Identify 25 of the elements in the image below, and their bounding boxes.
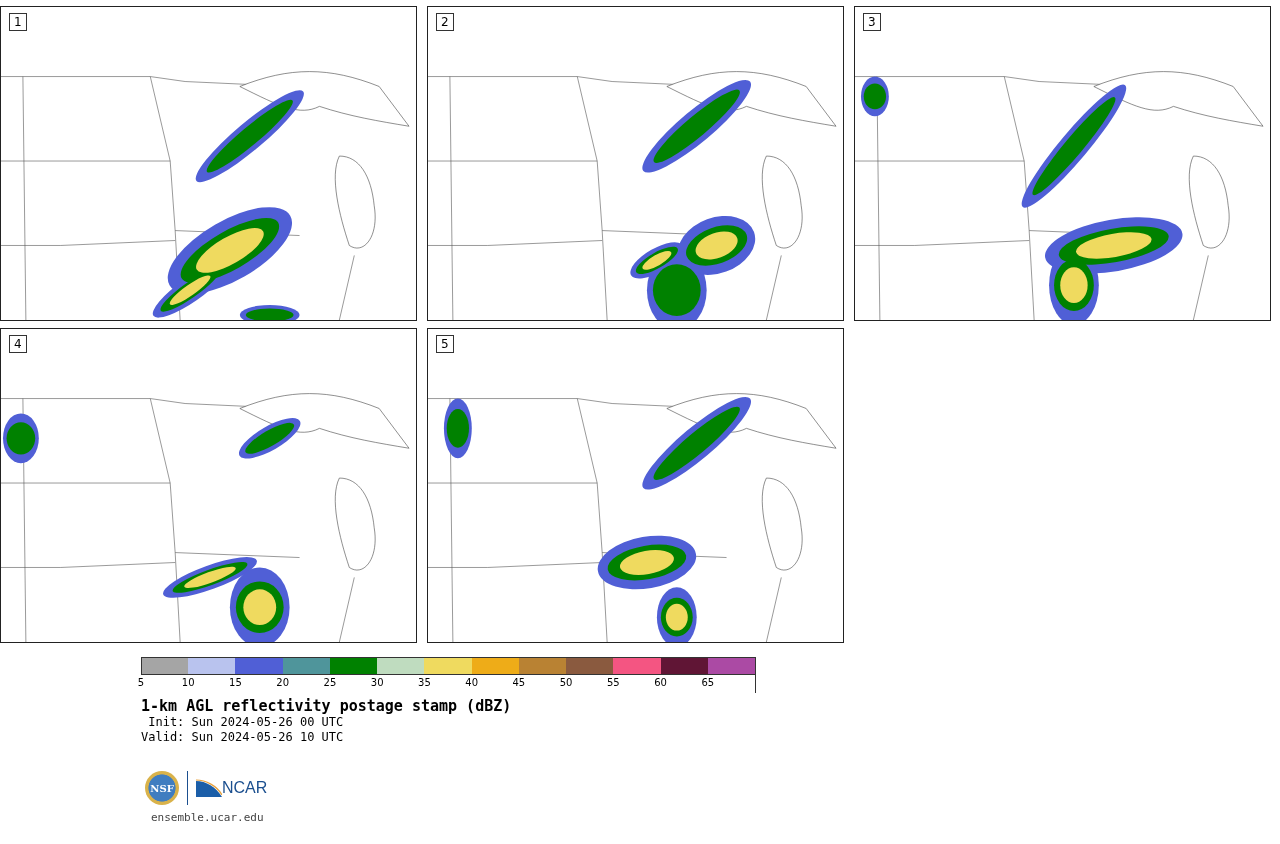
- nsf-logo: NSF: [145, 771, 179, 805]
- site-url: ensemble.ucar.edu: [151, 811, 265, 824]
- tick-label: 30: [370, 677, 384, 688]
- chart-title: 1-km AGL reflectivity postage stamp (dBZ): [141, 697, 513, 715]
- tick-label: 50: [559, 677, 573, 688]
- ncar-swoosh-icon: [196, 779, 222, 797]
- panel-number: 4: [9, 335, 27, 353]
- tick-label: 25: [323, 677, 337, 688]
- tick-label: 40: [465, 677, 478, 688]
- panel-number: 3: [863, 13, 881, 31]
- tick-label: 35: [418, 677, 431, 688]
- tick-label: 45: [512, 677, 526, 688]
- tick-label: 10: [181, 677, 195, 688]
- valid-time: Valid: Sun 2024-05-26 10 UTC: [141, 730, 345, 745]
- tick-label: 65: [701, 677, 715, 688]
- init-time: Init: Sun 2024-05-26 00 UTC: [147, 715, 345, 730]
- tick-label: 60: [654, 677, 667, 688]
- panel-number: 2: [436, 13, 454, 31]
- panel-number: 1: [9, 13, 27, 31]
- tick-label: 55: [607, 677, 620, 688]
- ncar-logo-text: NCAR: [222, 779, 268, 797]
- tick-label: 20: [276, 677, 290, 688]
- tick-label: 5: [137, 677, 145, 688]
- panel-number: 5: [436, 335, 454, 353]
- tick-label: 15: [229, 677, 242, 688]
